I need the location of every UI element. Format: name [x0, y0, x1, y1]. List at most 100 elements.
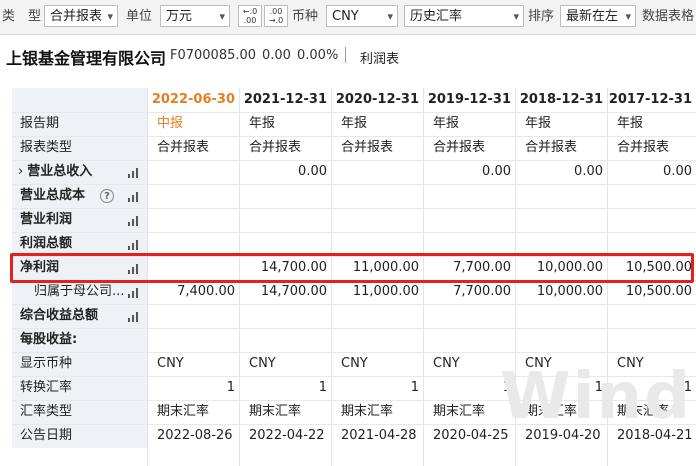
table-cell: 1 — [226, 380, 235, 395]
table-cell — [607, 328, 692, 352]
row-label-cell[interactable]: 营业利润 — [12, 208, 147, 232]
chevron-down-icon: ▾ — [107, 10, 113, 23]
table-cell: 年报 — [433, 116, 460, 131]
divider — [345, 47, 346, 63]
chevron-down-icon: ▾ — [387, 10, 393, 23]
help-icon[interactable]: ? — [100, 189, 114, 203]
row-divider — [12, 352, 696, 353]
table-cell — [423, 208, 511, 232]
table-cell: 10,000.00 — [536, 284, 603, 299]
increase-decimal-button[interactable]: ←.0.00 — [238, 5, 262, 27]
rate-select[interactable]: 历史汇率 ▾ — [404, 5, 524, 27]
row-label-cell[interactable]: 报表类型 — [12, 136, 147, 160]
column-header[interactable]: 2021-12-31 — [239, 88, 327, 112]
column-header[interactable]: 2018-12-31 — [515, 88, 603, 112]
row-divider — [12, 208, 696, 209]
title-bar: 上银基金管理有限公司 F0700085.00 0.00 0.00% 利润表 — [0, 35, 696, 75]
column-header[interactable]: 2017-12-31 — [607, 88, 692, 112]
table-cell: 0.00 — [663, 164, 692, 179]
row-divider — [12, 160, 696, 161]
table-cell: CNY — [249, 356, 276, 371]
data-table-label[interactable]: 数据表格 — [642, 6, 694, 28]
company-name: 上银基金管理有限公司 — [6, 49, 167, 68]
bar-chart-icon[interactable] — [128, 238, 140, 250]
table-cell — [239, 208, 327, 232]
row-label-cell[interactable]: 报告期 — [12, 112, 147, 136]
report-name: 利润表 — [360, 52, 400, 67]
column-header[interactable]: 2019-12-31 — [423, 88, 511, 112]
type-select-value: 合并报表 — [50, 9, 103, 24]
bar-chart-icon[interactable] — [128, 190, 140, 202]
table-cell — [331, 208, 419, 232]
table-cell: 合并报表 — [433, 140, 486, 155]
row-divider — [12, 304, 696, 305]
row-label-cell[interactable]: 每股收益: — [12, 328, 147, 352]
chevron-down-icon: ▾ — [625, 10, 631, 23]
table-cell: 2022-04-22 — [249, 428, 325, 443]
table-cell: 10,500.00 — [625, 284, 692, 299]
row-label: 营业总成本 — [20, 188, 86, 203]
unit-label: 单位 — [126, 9, 153, 24]
row-label: 转换汇率 — [20, 380, 73, 395]
table-cell — [147, 208, 235, 232]
table-cell — [147, 328, 235, 352]
table-cell: 中报 — [157, 116, 184, 131]
table-cell — [423, 328, 511, 352]
table-cell — [331, 328, 419, 352]
table-cell: 期末汇率 — [249, 404, 302, 419]
chevron-down-icon: ▾ — [219, 10, 225, 23]
row-label-cell[interactable]: 综合收益总额 — [12, 304, 147, 328]
decrease-decimal-button[interactable]: .00 →.0 — [264, 5, 288, 27]
table-cell: 年报 — [341, 116, 368, 131]
table-cell — [331, 304, 419, 328]
row-label-cell[interactable]: 汇率类型 — [12, 400, 147, 424]
table-cell — [147, 184, 235, 208]
column-header[interactable]: 2020-12-31 — [331, 88, 419, 112]
unit-select[interactable]: 万元 ▾ — [160, 5, 230, 27]
table-cell: 期末汇率 — [157, 404, 210, 419]
table-cell: 14,700.00 — [260, 284, 327, 299]
row-label-cell[interactable]: 营业总成本? — [12, 184, 147, 208]
row-divider — [12, 112, 696, 113]
table-row: 归属于母公司... 7,400.00 14,700.00 11,000.00 7,700… — [12, 280, 696, 304]
row-label-cell[interactable]: 显示币种 — [12, 352, 147, 376]
table-cell: 0.00 — [298, 164, 327, 179]
bar-chart-icon[interactable] — [128, 214, 140, 226]
currency-select-value: CNY — [332, 9, 359, 24]
table-cell — [147, 304, 235, 328]
bar-chart-icon[interactable] — [128, 286, 140, 298]
currency-select[interactable]: CNY ▾ — [326, 5, 398, 27]
row-label-cell[interactable]: 归属于母公司... — [12, 280, 147, 304]
row-label: 汇率类型 — [20, 404, 73, 419]
row-label-cell[interactable]: 转换汇率 — [12, 376, 147, 400]
table-cell: 0.00 — [574, 164, 603, 179]
table-cell — [331, 184, 419, 208]
row-label-cell[interactable]: 公告日期 — [12, 424, 147, 448]
bar-chart-icon[interactable] — [128, 166, 140, 178]
table-cell — [331, 160, 419, 184]
type-label: 类 型 — [2, 9, 42, 24]
table-cell — [239, 184, 327, 208]
row-label: 利润总额 — [20, 236, 73, 251]
table-cell: 年报 — [525, 116, 552, 131]
table-cell: 1 — [318, 380, 327, 395]
bar-chart-icon[interactable] — [128, 310, 140, 322]
header-label-cell — [12, 88, 147, 112]
expand-icon[interactable]: › — [18, 164, 23, 179]
table-row: 综合收益总额 — [12, 304, 696, 328]
sort-select[interactable]: 最新在左 ▾ — [560, 5, 636, 27]
table-cell: 1 — [502, 380, 511, 395]
row-label: 营业总收入 — [27, 164, 93, 179]
table-cell: 11,000.00 — [352, 284, 419, 299]
row-label-cell[interactable]: › 营业总收入 — [12, 160, 147, 184]
type-select[interactable]: 合并报表 ▾ — [44, 5, 118, 27]
chevron-down-icon: ▾ — [513, 10, 519, 23]
table-cell — [607, 184, 692, 208]
table-cell: CNY — [157, 356, 184, 371]
table-cell: 2022-08-26 — [157, 428, 233, 443]
table-cell — [515, 184, 603, 208]
table-row: 营业总成本? — [12, 184, 696, 208]
security-code: F0700085.00 — [170, 48, 257, 63]
column-header[interactable]: 2022-06-30 — [147, 88, 235, 112]
table-cell — [515, 328, 603, 352]
